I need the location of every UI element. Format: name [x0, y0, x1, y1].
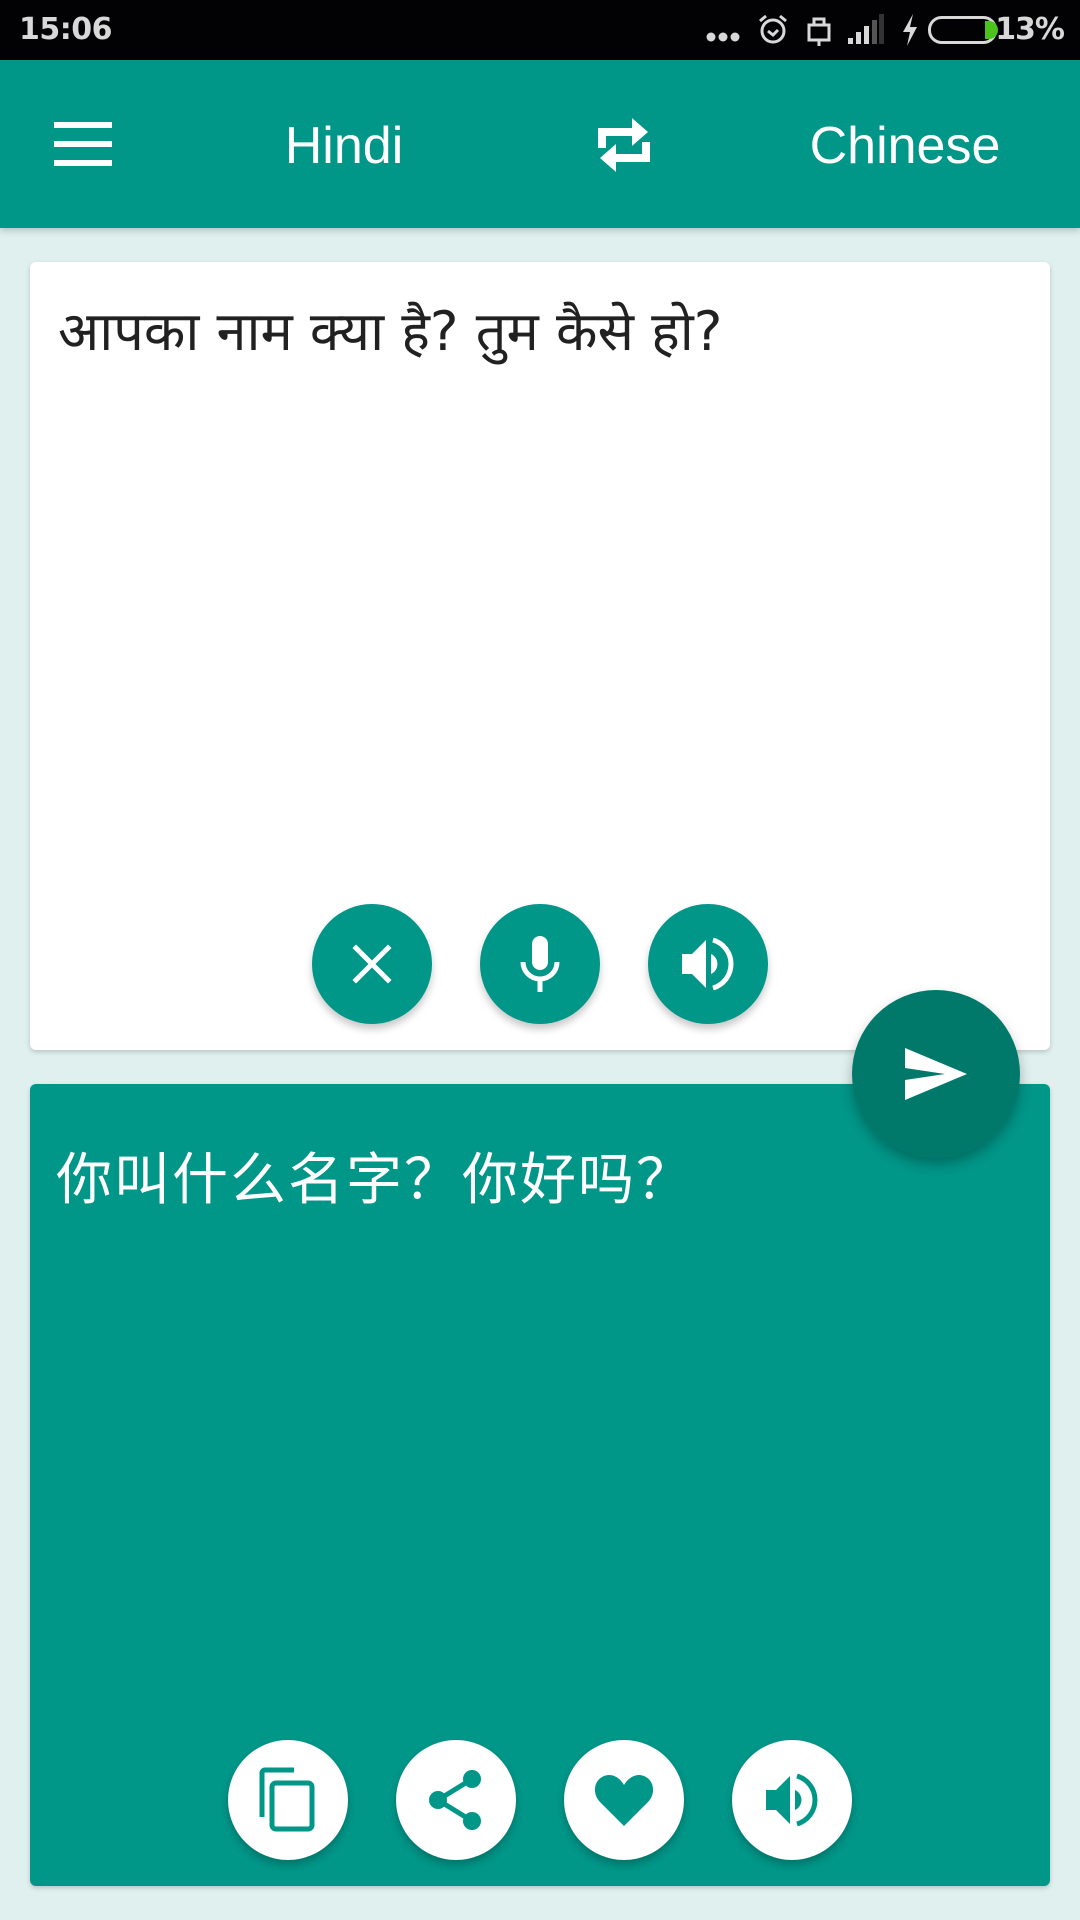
speak-translation-button[interactable] — [732, 1740, 852, 1860]
app-bar: Hindi Chinese — [0, 60, 1080, 228]
source-text-card: आपका नाम क्या है? तुम कैसे हो? — [30, 262, 1050, 1050]
heart-icon — [594, 1775, 654, 1826]
target-language-selector[interactable]: Chinese — [740, 116, 1070, 176]
copy-icon — [259, 1767, 315, 1832]
charging-icon — [900, 14, 920, 51]
more-notifications-icon — [706, 30, 740, 48]
vpn-lock-icon — [806, 13, 832, 52]
share-button[interactable] — [396, 1740, 516, 1860]
speak-source-button[interactable] — [648, 904, 768, 1024]
alarm-icon — [757, 13, 789, 50]
send-icon — [905, 1048, 967, 1100]
translate-send-button[interactable] — [852, 990, 1020, 1158]
voice-input-button[interactable] — [480, 904, 600, 1024]
signal-icon — [848, 14, 884, 49]
battery-percent: 13% — [995, 12, 1065, 47]
battery-icon — [928, 16, 1000, 49]
clear-button[interactable] — [312, 904, 432, 1024]
status-time: 15:06 — [19, 12, 113, 47]
speaker-icon — [766, 1773, 818, 1827]
translated-text: 你叫什么名字？你好吗？ — [56, 1148, 694, 1213]
favorite-button[interactable] — [564, 1740, 684, 1860]
source-text-input[interactable]: आपका नाम क्या है? तुम कैसे हो? — [58, 298, 1022, 366]
close-icon — [352, 944, 392, 984]
source-language-selector[interactable]: Hindi — [0, 116, 688, 176]
translation-card: 你叫什么名字？你好吗？ — [30, 1084, 1050, 1886]
swap-languages-icon — [598, 118, 650, 172]
speaker-icon — [682, 937, 734, 991]
swap-languages-button[interactable] — [588, 112, 660, 178]
copy-button[interactable] — [228, 1740, 348, 1860]
share-icon — [429, 1770, 481, 1830]
microphone-icon — [520, 936, 560, 992]
status-bar: 15:06 13% — [0, 0, 1080, 60]
